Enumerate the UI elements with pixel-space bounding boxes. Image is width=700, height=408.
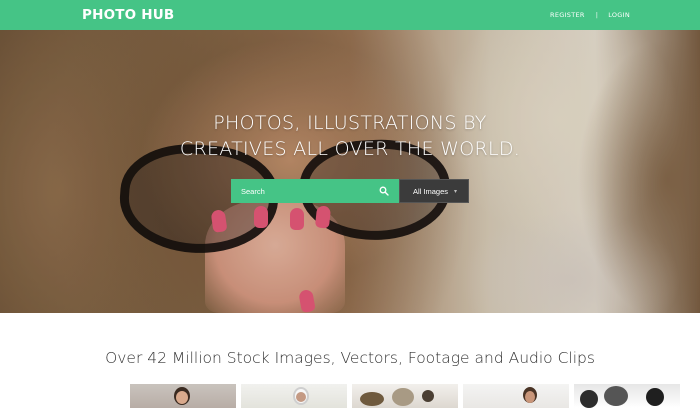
gallery-thumbnail[interactable] bbox=[574, 384, 680, 408]
thumbnail-subject bbox=[580, 390, 598, 408]
thumbnail-subject bbox=[392, 388, 414, 406]
search-icon[interactable] bbox=[379, 186, 389, 196]
top-nav-bar: PHOTO HUB REGISTER | LOGIN bbox=[0, 0, 700, 30]
search-input[interactable] bbox=[231, 179, 371, 203]
category-selected: All Images bbox=[413, 186, 449, 196]
nav-separator: | bbox=[595, 11, 599, 19]
auth-nav: REGISTER | LOGIN bbox=[550, 11, 630, 19]
gallery-thumbnail[interactable] bbox=[463, 384, 569, 408]
thumbnail-strip bbox=[130, 384, 680, 408]
hero-overlay bbox=[0, 30, 700, 313]
stats-heading: Over 42 Million Stock Images, Vectors, F… bbox=[105, 349, 595, 367]
gallery-thumbnail[interactable] bbox=[352, 384, 458, 408]
login-link[interactable]: LOGIN bbox=[608, 11, 630, 19]
site-logo[interactable]: PHOTO HUB bbox=[82, 7, 174, 23]
thumbnail-subject bbox=[422, 390, 434, 402]
hero-headline-line2: CREATIVES ALL OVER THE WORLD. bbox=[179, 138, 521, 160]
hero-headline-line1: PHOTOS, ILLUSTRATIONS BY bbox=[213, 112, 487, 134]
hero-banner: PHOTOS, ILLUSTRATIONS BY CREATIVES ALL O… bbox=[0, 30, 700, 313]
thumbnail-subject bbox=[296, 392, 306, 402]
chevron-down-icon: ▾ bbox=[454, 188, 458, 195]
thumbnail-subject bbox=[604, 386, 628, 406]
thumbnail-subject bbox=[360, 392, 384, 406]
search-bar: All Images ▾ bbox=[231, 179, 471, 203]
gallery-thumbnail[interactable] bbox=[241, 384, 347, 408]
search-box bbox=[231, 179, 399, 203]
thumbnail-subject bbox=[176, 391, 188, 404]
register-link[interactable]: REGISTER bbox=[550, 11, 585, 19]
gallery-thumbnail[interactable] bbox=[130, 384, 236, 408]
category-dropdown[interactable]: All Images ▾ bbox=[399, 179, 469, 203]
thumbnail-subject bbox=[525, 391, 535, 403]
thumbnail-subject bbox=[646, 388, 664, 406]
hero-headline: PHOTOS, ILLUSTRATIONS BY CREATIVES ALL O… bbox=[0, 110, 700, 162]
